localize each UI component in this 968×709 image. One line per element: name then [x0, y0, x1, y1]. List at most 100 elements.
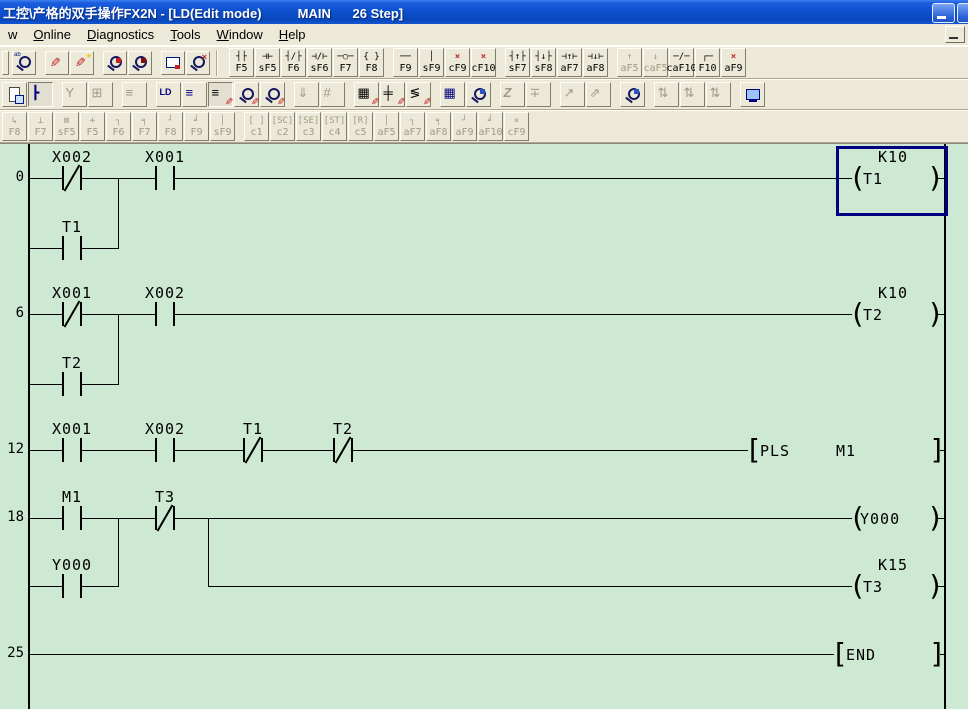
no-contact[interactable] [62, 506, 82, 530]
down-disabled-button[interactable]: ↓caF5 [643, 48, 668, 77]
parallel-open-contact-button[interactable]: ⊣⊢sF5 [255, 48, 280, 77]
no-contact[interactable] [62, 438, 82, 462]
corner5-disabled-button[interactable]: ┐aF7 [400, 112, 425, 141]
cross-disabled-button[interactable]: +F5 [80, 112, 105, 141]
find-edit-alt-button[interactable] [260, 82, 285, 107]
find-edit-button[interactable] [234, 82, 259, 107]
rising-pulse-button[interactable]: ┤↑├sF7 [505, 48, 530, 77]
coil-name[interactable]: Y000 [860, 510, 900, 528]
grid-disabled-button[interactable]: # [320, 82, 345, 107]
c1-disabled-button[interactable]: [ ]c1 [244, 112, 269, 141]
find-device-button[interactable] [12, 51, 36, 75]
se-disabled-button[interactable]: [SE]c3 [296, 112, 321, 141]
draw-line-button[interactable]: ┌─F10 [695, 48, 720, 77]
menu-item-diagnostics[interactable]: Diagnostics [79, 25, 162, 44]
ground-disabled-button[interactable]: ⊥F7 [28, 112, 53, 141]
delete-horizontal-line-button[interactable]: ×cF9 [445, 48, 470, 77]
toolbar-icon [48, 54, 66, 72]
instruction-operand[interactable]: M1 [836, 442, 856, 460]
sc-disabled-button[interactable]: [SC]c2 [270, 112, 295, 141]
box-x-disabled-button[interactable]: ⊠sF5 [54, 112, 79, 141]
doc-window-button[interactable] [2, 82, 27, 107]
menu-item-help[interactable]: Help [271, 25, 314, 44]
copy-disabled-button[interactable]: ⊞ [88, 82, 113, 107]
no-contact[interactable] [155, 166, 175, 190]
edit-mode-button[interactable] [45, 51, 69, 75]
vertical-line-button[interactable]: │sF9 [419, 48, 444, 77]
grid-edit-button[interactable]: ▦ [354, 82, 379, 107]
corner2-disabled-button[interactable]: ╕F7 [132, 112, 157, 141]
horizontal-line-button[interactable]: ──F9 [393, 48, 418, 77]
vline2-disabled-button[interactable]: │aF5 [374, 112, 399, 141]
r-disabled-button[interactable]: [R]c5 [348, 112, 373, 141]
jump-disabled-button[interactable]: ↳F8 [2, 112, 27, 141]
delete-line-button[interactable]: ×aF9 [721, 48, 746, 77]
no-contact[interactable] [155, 302, 175, 326]
st-disabled-button[interactable]: [ST]c4 [322, 112, 347, 141]
corner7-disabled-button[interactable]: ┘aF9 [452, 112, 477, 141]
instruction-name[interactable]: PLS [760, 442, 790, 460]
open-contact-button[interactable]: ┤├F5 [229, 48, 254, 77]
toolbar-separator [216, 50, 218, 76]
wizard-disabled-button[interactable]: Y [62, 82, 87, 107]
no-contact[interactable] [62, 372, 82, 396]
corner8-disabled-button[interactable]: ╛aF10 [478, 112, 503, 141]
monitor-screen-button[interactable] [740, 82, 765, 107]
window-arrow-disabled-button[interactable]: ↗ [560, 82, 585, 107]
corner1-disabled-button[interactable]: ┐F6 [106, 112, 131, 141]
param-updown3-disabled-button[interactable]: ⇅ [706, 82, 731, 107]
menu-item-online[interactable]: Online [25, 25, 79, 44]
parallel-closed-contact-button[interactable]: ⊣∕⊢sF6 [307, 48, 332, 77]
corner4-disabled-button[interactable]: ╛F9 [184, 112, 209, 141]
project-tree-button[interactable]: ┣ [28, 82, 53, 107]
menu-item-view-cut[interactable]: w [0, 25, 25, 44]
ladder-edit-button[interactable]: ≡ [208, 82, 233, 107]
param-updown2-disabled-button[interactable]: ⇅ [680, 82, 705, 107]
vline-disabled-button[interactable]: │sF9 [210, 112, 235, 141]
application-instruction-button[interactable]: { }F8 [359, 48, 384, 77]
z-disabled-button[interactable]: Z [500, 82, 525, 107]
line-edit-button[interactable]: ╪ [380, 82, 405, 107]
ld-convert-button[interactable]: LD [156, 82, 181, 107]
delete-x-disabled-button[interactable]: ×cF9 [504, 112, 529, 141]
corner6-disabled-button[interactable]: ╕aF8 [426, 112, 451, 141]
parallel-falling-pulse-button[interactable]: ⊣↓⊢aF8 [583, 48, 608, 77]
coil-button[interactable]: ─○─F7 [333, 48, 358, 77]
down-disabled-button2[interactable]: ⇓ [294, 82, 319, 107]
maximize-button[interactable] [957, 3, 968, 23]
grid-window-button[interactable]: ▦ [440, 82, 465, 107]
zoom-cancel-button[interactable] [186, 51, 210, 75]
menu-item-window[interactable]: Window [209, 25, 271, 44]
ladder-edit-canvas[interactable]: 0 X002 X001 T1 K10 ( T1 ) 6 X001 X002 T2… [0, 143, 968, 709]
corner3-disabled-button[interactable]: ┘F8 [158, 112, 183, 141]
up-disabled-button[interactable]: ↑aF5 [617, 48, 642, 77]
delete-vertical-line-button[interactable]: ×cF10 [471, 48, 496, 77]
closed-contact-button[interactable]: ┤∕├F6 [281, 48, 306, 77]
parallel-rising-pulse-button[interactable]: ⊣↑⊢aF7 [557, 48, 582, 77]
zoom-out-button[interactable] [128, 51, 152, 75]
zoom-in-button[interactable] [103, 51, 127, 75]
minimize-button[interactable] [932, 3, 955, 23]
screen-transfer-button[interactable] [161, 51, 185, 75]
data-list-disabled-button[interactable]: ≡ [122, 82, 147, 107]
edit-new-button[interactable] [70, 51, 94, 75]
coil-name[interactable]: T3 [863, 578, 883, 596]
ladder-symbol-button[interactable]: ≡ [182, 82, 207, 107]
monitor-zoom-button[interactable] [620, 82, 645, 107]
no-contact[interactable] [62, 236, 82, 260]
menu-item-tools[interactable]: Tools [162, 25, 208, 44]
no-contact[interactable] [62, 574, 82, 598]
t-disabled-button[interactable]: ∓ [526, 82, 551, 107]
compare-edit-button[interactable]: ≶ [406, 82, 431, 107]
instruction-name[interactable]: END [846, 646, 876, 664]
title-bar: 工控\产格的双手操作FX2N - [LD(Edit mode) MAIN 26 … [0, 0, 968, 24]
window-arrow2-disabled-button[interactable]: ⇗ [586, 82, 611, 107]
coil-name[interactable]: T2 [863, 306, 883, 324]
param-updown-disabled-button[interactable]: ⇅ [654, 82, 679, 107]
no-contact[interactable] [155, 438, 175, 462]
watch-clock-button[interactable] [466, 82, 491, 107]
mdi-minimize-button[interactable] [945, 26, 965, 43]
cut-toolbar-button[interactable] [2, 51, 9, 75]
falling-pulse-button[interactable]: ┤↓├sF8 [531, 48, 556, 77]
invert-result-button[interactable]: ─∕─caF10 [669, 48, 694, 77]
